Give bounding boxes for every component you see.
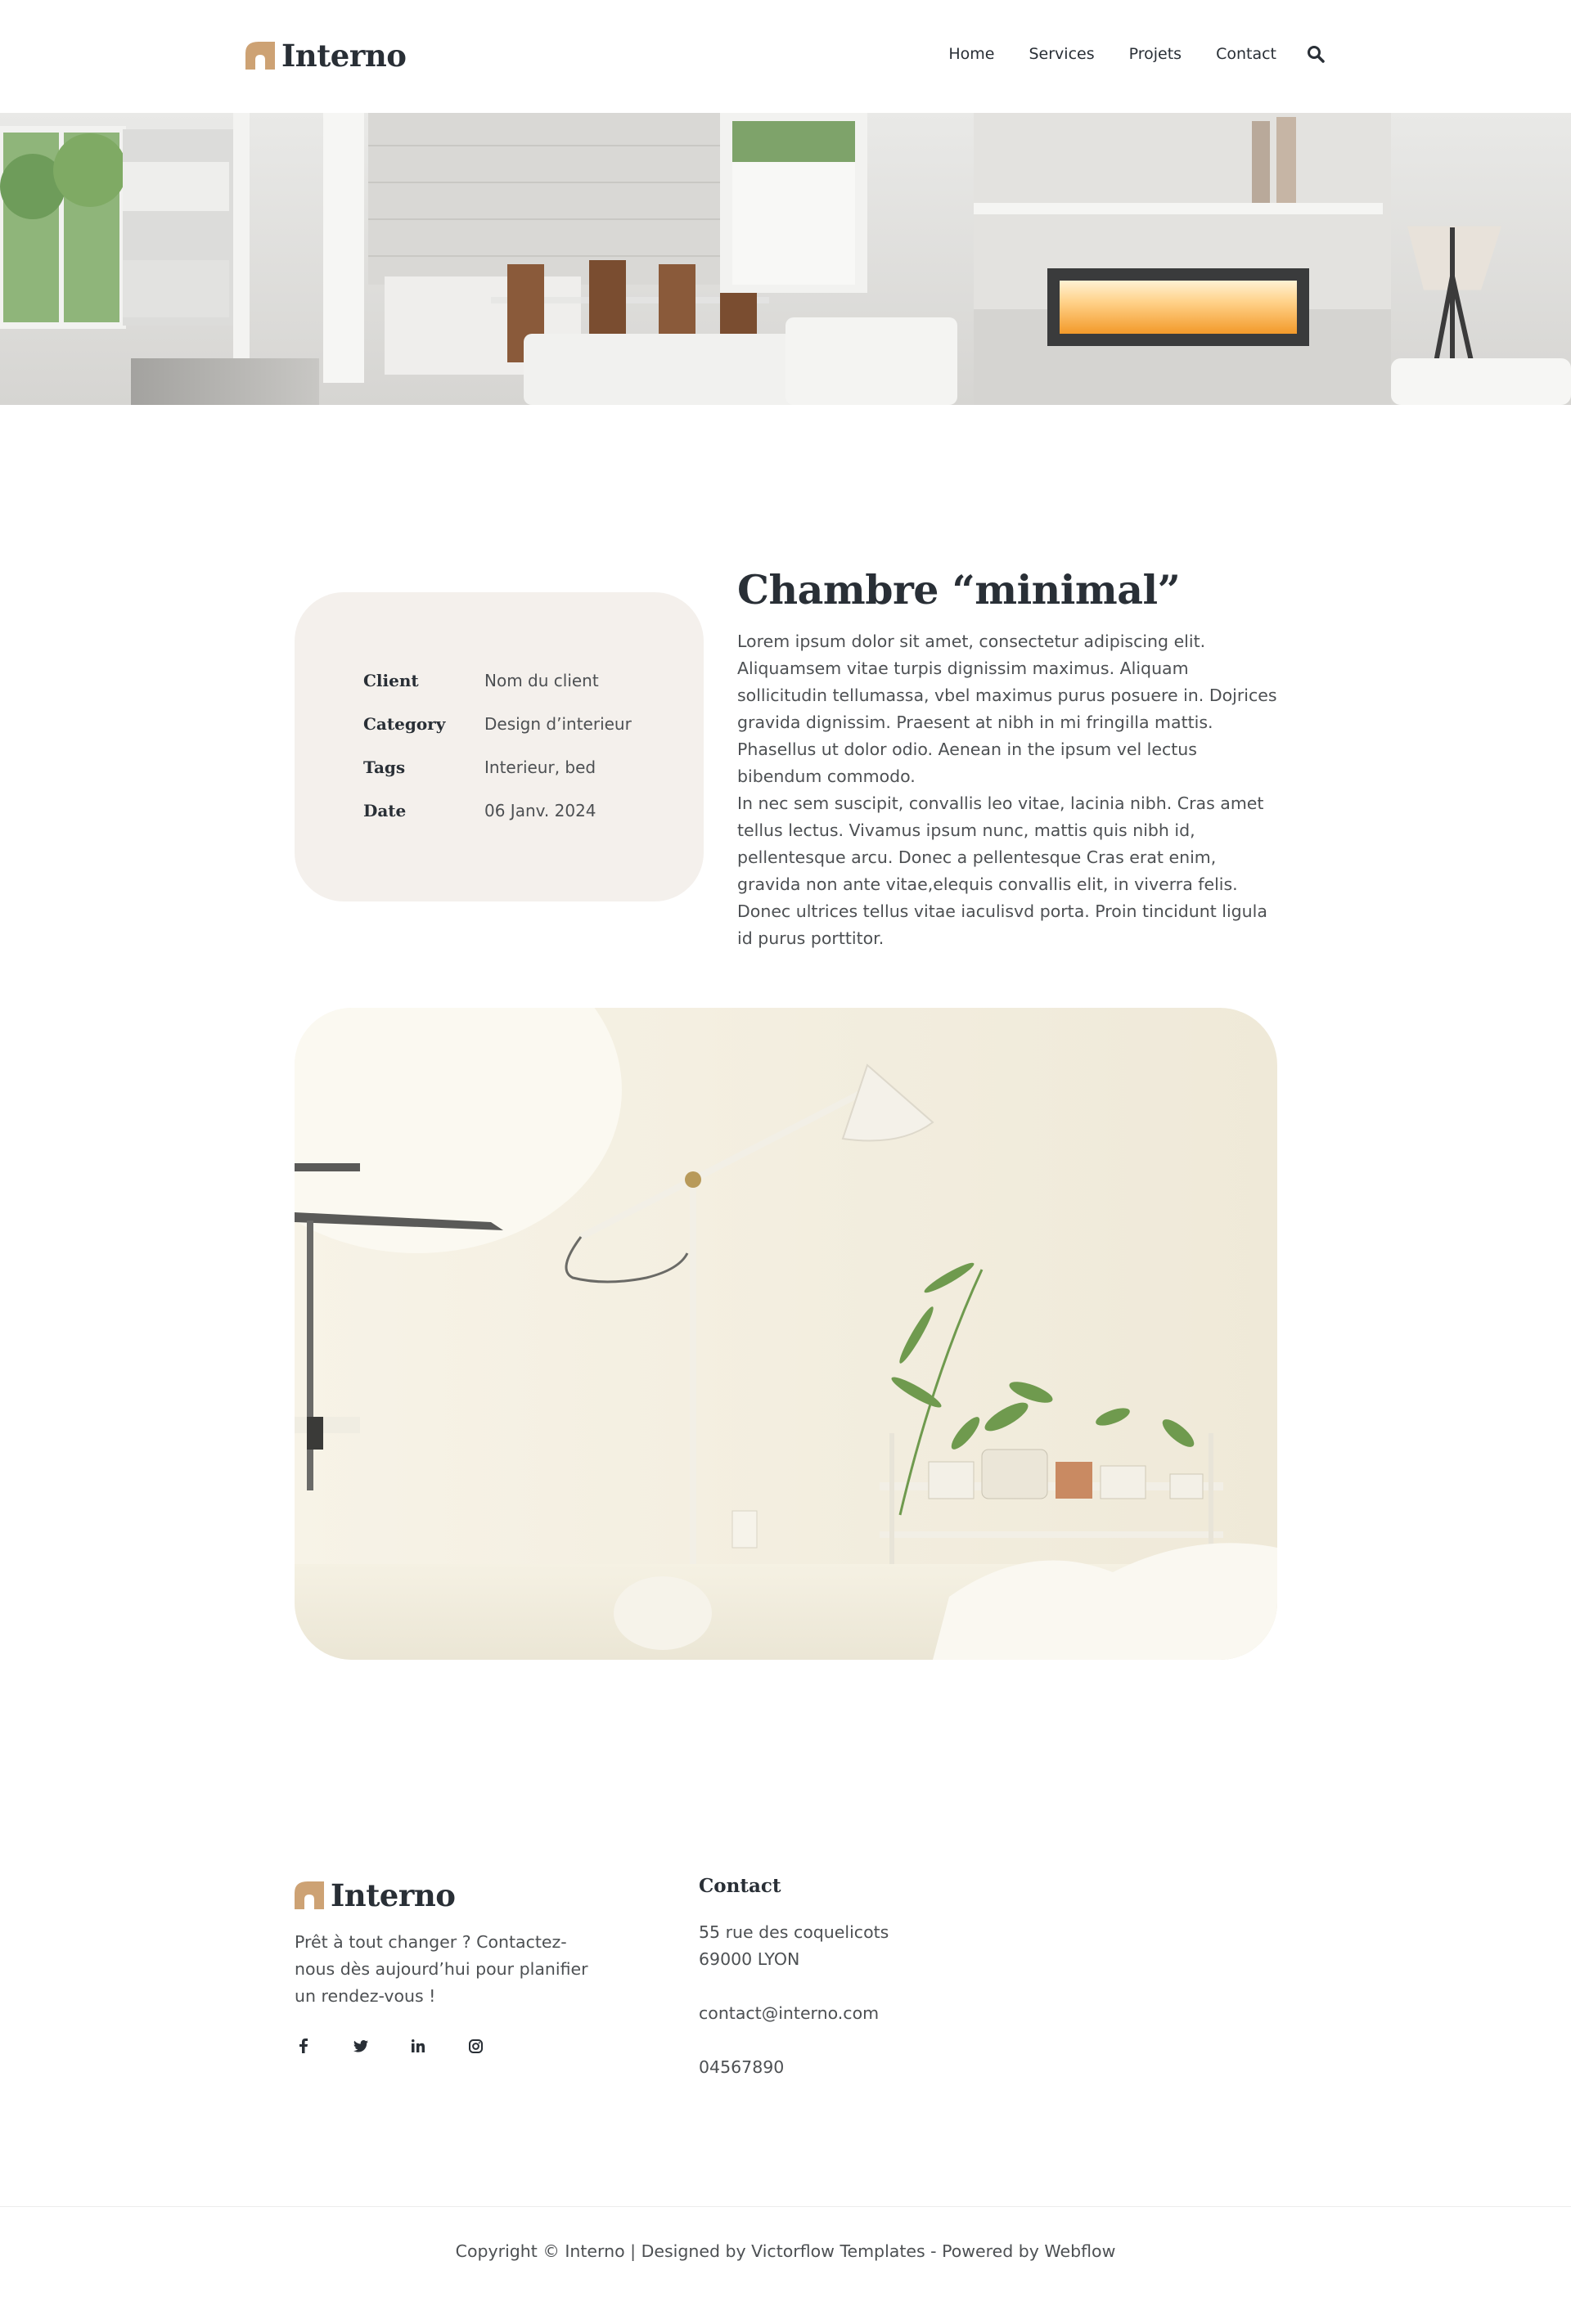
logo-text: Interno [331,1877,456,1913]
footer-description: Prêt à tout changer ? Contactez-nous dès… [295,1932,588,2006]
copyright-text: Copyright © Interno | Designed by Victor… [455,2241,1116,2261]
site-header: Interno Home Services Projets Contact [0,0,1571,113]
detail-row-date: Date 06 Janv. 2024 [363,801,596,820]
detail-value: Nom du client [484,671,599,690]
footer-contact-title: Contact [699,1875,781,1897]
logo-text: Interno [281,38,407,74]
detail-row-tags: Tags Interieur, bed [363,757,596,777]
logo-icon [295,1881,324,1909]
detail-label: Date [363,801,407,820]
nav-contact[interactable]: Contact [1216,45,1276,63]
address-line-2: 69000 LYON [699,1949,800,1969]
project-title: Chambre “minimal” [737,566,1181,614]
detail-label: Client [363,671,419,690]
detail-value: Design d’interieur [484,714,632,734]
search-icon[interactable] [1306,44,1326,64]
footer-logo[interactable]: Interno [295,1877,456,1913]
nav-home[interactable]: Home [948,45,994,63]
footer-email[interactable]: contact@interno.com [699,2003,879,2023]
facebook-icon[interactable] [295,2037,313,2055]
instagram-icon[interactable] [466,2037,484,2055]
linkedin-icon[interactable] [409,2037,427,2055]
nav-projets[interactable]: Projets [1129,45,1182,63]
detail-label: Category [363,714,446,734]
header-logo[interactable]: Interno [245,38,407,74]
project-details-card: Client Nom du client Category Design d’i… [295,592,704,901]
logo-icon [245,42,275,70]
project-feature-image [295,1008,1277,1660]
detail-row-client: Client Nom du client [363,671,599,690]
project-paragraph-2: In nec sem suscipit, convallis leo vitae… [737,793,1267,948]
social-links [295,2037,524,2055]
hero-image [0,113,1571,405]
main-nav: Home Services Projets Contact [914,44,1326,64]
twitter-icon[interactable] [352,2037,370,2055]
address-line-1: 55 rue des coquelicots [699,1922,889,1942]
detail-value: Interieur, bed [484,757,596,777]
detail-label: Tags [363,757,406,777]
project-paragraph-1: Lorem ipsum dolor sit amet, consectetur … [737,632,1277,786]
footer-phone[interactable]: 04567890 [699,2057,784,2077]
footer-divider [0,2206,1571,2207]
detail-row-category: Category Design d’interieur [363,714,632,734]
detail-value: 06 Janv. 2024 [484,801,596,820]
nav-services[interactable]: Services [1029,45,1094,63]
